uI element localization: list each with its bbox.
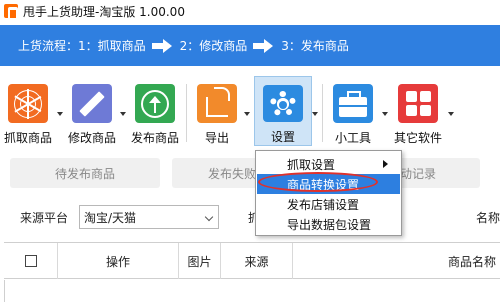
settings-label: 设置 <box>270 130 295 144</box>
workflow-banner: 上货流程： 1：抓取商品 2：修改商品 3：发布商品 <box>0 25 500 66</box>
other-software-button[interactable]: 其它软件 <box>390 76 446 146</box>
filter-bar: 来源平台 淘宝/天猫 抓 名称 <box>0 205 500 229</box>
publish-products-label: 发布商品 <box>130 131 179 145</box>
export-label: 导出 <box>204 131 229 145</box>
tools-label: 小工具 <box>334 131 371 145</box>
source-platform-select[interactable]: 淘宝/天猫 <box>79 205 219 229</box>
edit-dropdown-arrow[interactable] <box>120 112 126 116</box>
upload-icon <box>135 84 175 123</box>
col-product-name: 商品名称 <box>447 254 496 269</box>
edit-products-label: 修改商品 <box>67 131 116 145</box>
name-filter-label: 名称 <box>476 211 500 225</box>
menu-item-export-package-settings[interactable]: 导出数据包设置 <box>257 214 400 234</box>
crawl-dropdown-arrow[interactable] <box>57 112 63 116</box>
other-software-label: 其它软件 <box>393 131 442 145</box>
app-logo-icon <box>4 4 18 20</box>
pencil-icon <box>72 84 112 123</box>
workflow-step-3: 3：发布商品 <box>281 39 349 53</box>
crawl-products-label: 抓取商品 <box>3 131 52 145</box>
edit-products-button[interactable]: 修改商品 <box>64 76 120 146</box>
menu-item-label: 发布店铺设置 <box>287 197 360 212</box>
col-actions: 操作 <box>58 243 179 279</box>
col-source: 来源 <box>221 243 293 279</box>
export-icon <box>197 84 237 123</box>
tools-dropdown-arrow[interactable] <box>382 112 388 116</box>
select-all-checkbox[interactable] <box>24 255 37 267</box>
tab-pending-publish[interactable]: 待发布商品 <box>10 158 160 188</box>
toolbar-divider <box>186 84 187 142</box>
submenu-arrow-icon <box>383 160 388 168</box>
source-platform-label: 来源平台 <box>20 211 69 225</box>
other-software-dropdown-arrow[interactable] <box>448 112 454 116</box>
chevron-down-icon <box>204 212 214 222</box>
gear-icon <box>263 85 303 122</box>
window-title: 甩手上货助理-淘宝版 1.00.00 <box>23 4 185 19</box>
tools-button[interactable]: 小工具 <box>325 76 381 146</box>
menu-item-crawl-settings[interactable]: 抓取设置 <box>257 154 400 174</box>
settings-dropdown-arrow[interactable] <box>312 112 318 116</box>
menu-item-label: 导出数据包设置 <box>287 217 372 232</box>
arrow-right-icon <box>253 38 275 53</box>
menu-item-label: 抓取设置 <box>287 157 336 172</box>
spider-web-icon <box>8 84 48 123</box>
crawl-products-button[interactable]: 抓取商品 <box>0 76 56 146</box>
col-image: 图片 <box>179 243 221 279</box>
source-platform-value: 淘宝/天猫 <box>84 210 137 225</box>
main-toolbar: 抓取商品 修改商品 发布商品 导出 设置 小工具 其它软件 <box>0 76 500 148</box>
workflow-prefix: 上货流程： <box>18 39 79 53</box>
settings-dropdown-menu: 抓取设置 商品转换设置 发布店铺设置 导出数据包设置 <box>255 150 402 236</box>
product-tabs: 待发布商品 发布失败 动记录 <box>0 158 500 188</box>
workflow-step-2: 2：修改商品 <box>179 39 248 53</box>
export-button[interactable]: 导出 <box>189 76 245 146</box>
settings-button[interactable]: 设置 <box>254 76 312 146</box>
products-table: 操作 图片 来源 商品名称 <box>4 242 500 302</box>
export-dropdown-arrow[interactable] <box>244 112 250 116</box>
title-bar: 甩手上货助理-淘宝版 1.00.00 <box>0 0 500 22</box>
select-all-header <box>4 243 58 279</box>
toolbox-icon <box>333 84 373 123</box>
table-header: 操作 图片 来源 商品名称 <box>4 243 500 279</box>
menu-item-store-publish-settings[interactable]: 发布店铺设置 <box>257 194 400 214</box>
app-window: 甩手上货助理-淘宝版 1.00.00 上货流程： 1：抓取商品 2：修改商品 3… <box>0 0 500 302</box>
workflow-step-1: 1：抓取商品 <box>78 39 146 53</box>
highlight-annotation-ellipse <box>258 172 378 192</box>
apps-icon <box>398 84 438 123</box>
publish-products-button[interactable]: 发布商品 <box>127 76 183 146</box>
toolbar-divider <box>322 84 323 142</box>
arrow-right-icon <box>151 38 174 53</box>
table-body <box>4 280 500 302</box>
